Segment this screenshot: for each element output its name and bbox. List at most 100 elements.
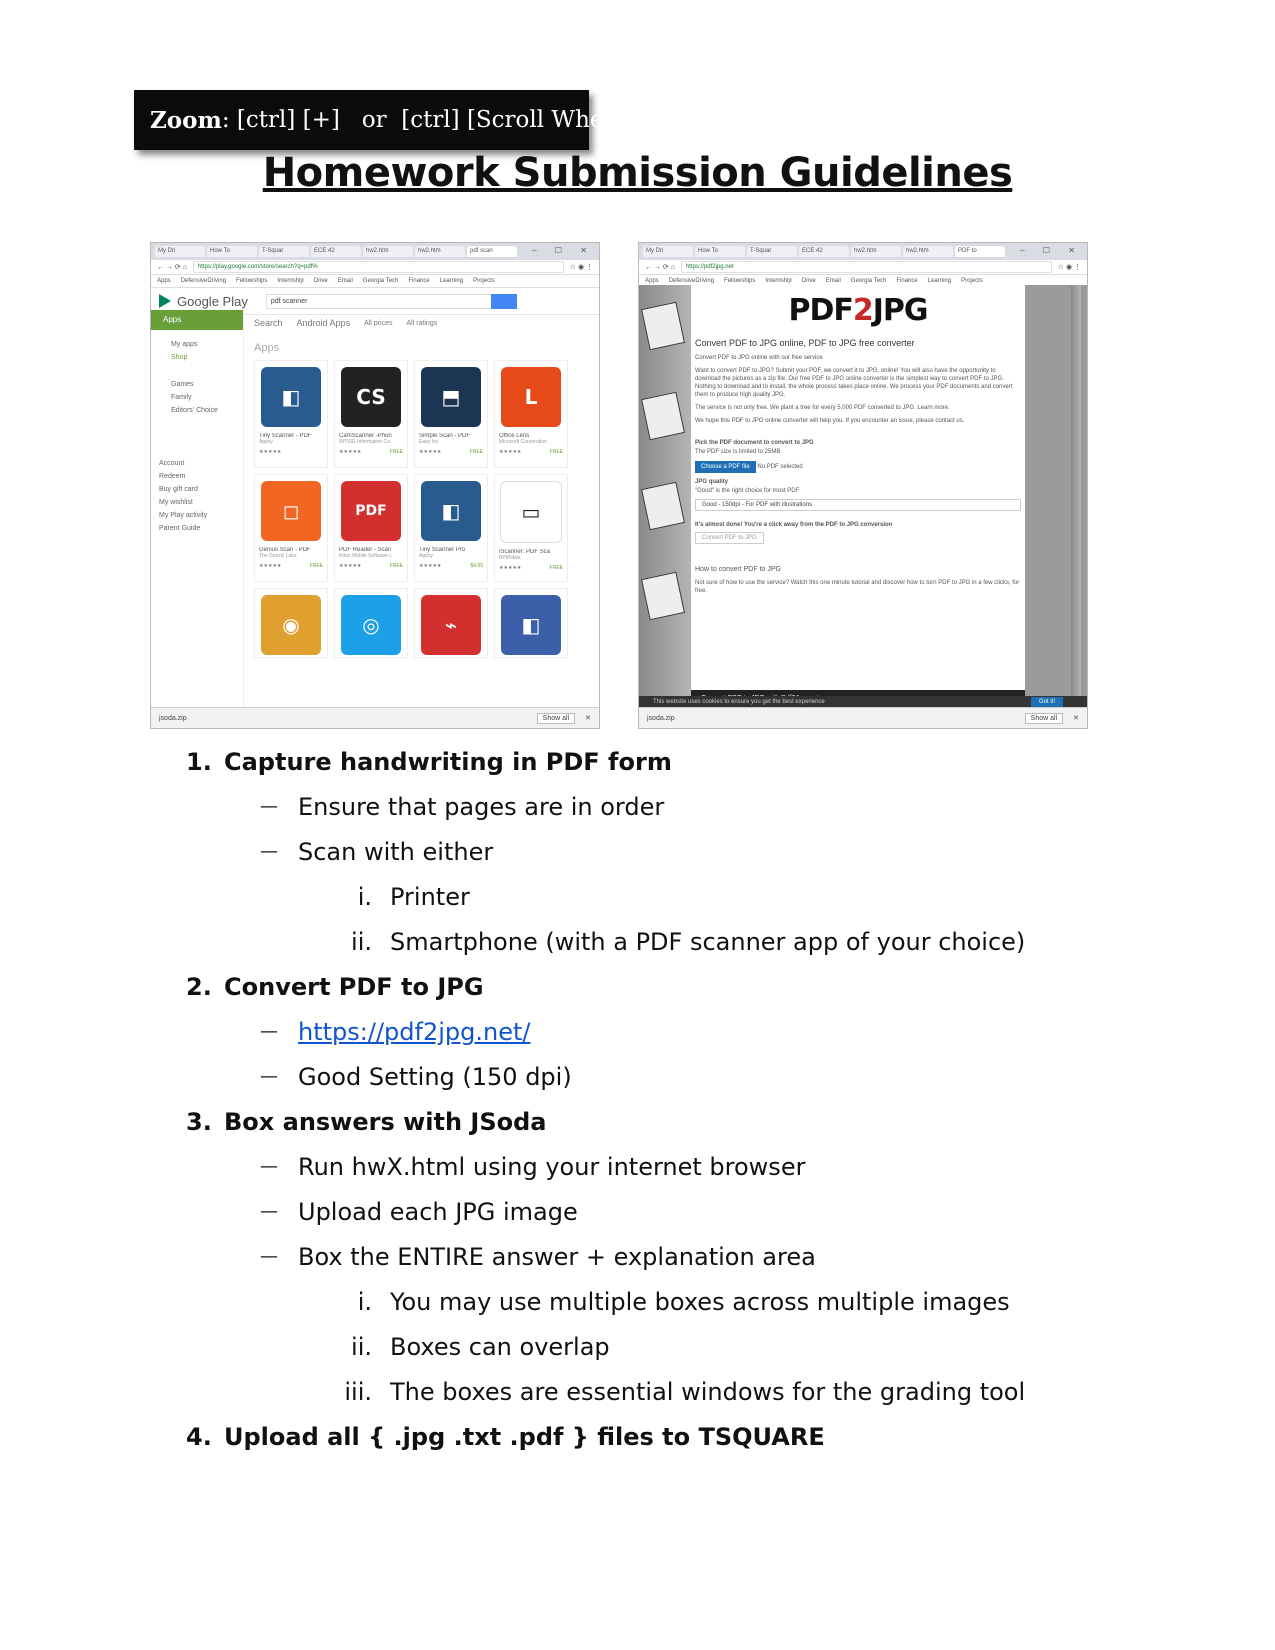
url-field: https://pdf2jpg.net bbox=[680, 261, 1052, 273]
step-text: Box answers with JSoda bbox=[224, 1108, 547, 1136]
bookmark: Fellowships bbox=[724, 278, 756, 284]
pdf2jpg-screenshot: My Dri How To T-Squar ECE 42 hw2.htm hw2… bbox=[638, 242, 1088, 729]
play-main: Search Android Apps All prices All ratin… bbox=[244, 310, 599, 708]
scanner-app-icon: ◧ bbox=[261, 367, 321, 427]
step-item: — Box the ENTIRE answer + explanation are… bbox=[260, 1243, 816, 1271]
app-card: ◉ bbox=[254, 588, 328, 658]
app-developer: Kdan Mobile Software L bbox=[339, 553, 393, 559]
zoom-shortcuts: : [ctrl] [+] or [ctrl] [Scroll Wheel] bbox=[221, 107, 634, 133]
choose-pdf-button: Choose a PDF file bbox=[695, 461, 756, 473]
app-developer: The Grizzly Labs bbox=[259, 553, 297, 559]
zoom-label: Zoom bbox=[150, 106, 222, 134]
step-number: 3. bbox=[186, 1108, 212, 1136]
browser-tab: hw2.htm bbox=[851, 246, 901, 257]
sidebar-item: Parent Guide bbox=[159, 525, 201, 532]
sidebar-item: My wishlist bbox=[159, 499, 193, 506]
app-card: PDF PDF Reader - Scan Kdan Mobile Softwa… bbox=[334, 474, 408, 582]
bookmark: Projects bbox=[961, 278, 983, 284]
step-item: — https://pdf2jpg.net/ bbox=[260, 1018, 530, 1046]
sidebar-item: Buy gift card bbox=[159, 486, 198, 493]
roman-numeral: i. bbox=[357, 1288, 372, 1316]
step-text: Convert PDF to JPG bbox=[224, 973, 484, 1001]
sub-item-text: Boxes can overlap bbox=[390, 1333, 610, 1361]
roman-numeral: i. bbox=[357, 883, 372, 911]
window-controls-icon: – ☐ ✕ bbox=[1020, 246, 1083, 255]
document-arrow-icon bbox=[641, 571, 685, 621]
bookmark: Finance bbox=[896, 278, 918, 284]
scanner-app-icon: ⬒ bbox=[421, 367, 481, 427]
logo-part: JPG bbox=[872, 293, 929, 328]
nav-item: All prices bbox=[364, 319, 393, 327]
app-price: FREE bbox=[549, 565, 563, 571]
dash-bullet: — bbox=[260, 841, 278, 862]
search-icon bbox=[490, 293, 517, 309]
show-all-button: Show all bbox=[536, 712, 576, 724]
item-text: Run hwX.html using your internet browser bbox=[298, 1153, 806, 1181]
item-text: Ensure that pages are in order bbox=[298, 793, 665, 821]
browser-tab: ECE 42 bbox=[311, 246, 361, 257]
step-item: — Upload each JPG image bbox=[260, 1198, 578, 1226]
step-item: — Run hwX.html using your internet browse… bbox=[260, 1153, 805, 1181]
quality-label: JPG quality bbox=[695, 479, 729, 485]
bookmark: Learning bbox=[439, 278, 464, 284]
app-card: ⌁ bbox=[414, 588, 488, 658]
close-icon: ✕ bbox=[585, 715, 591, 722]
converter-heading: Convert PDF to JPG online, PDF to JPG fr… bbox=[695, 338, 915, 348]
quality-select: Good - 150dpi - For PDF with illustratio… bbox=[695, 499, 1021, 511]
search-value: pdf scanner bbox=[270, 297, 308, 305]
dash-bullet: — bbox=[260, 1021, 278, 1042]
app-card: ◎ bbox=[334, 588, 408, 658]
app-developer: Easy Inc bbox=[419, 439, 439, 445]
sidebar-item: Shop bbox=[171, 354, 188, 361]
roman-numeral: iii. bbox=[344, 1378, 372, 1406]
sub-item-text: The boxes are essential windows for the … bbox=[390, 1378, 1026, 1406]
app-price: FREE bbox=[549, 449, 563, 455]
nav-item: All ratings bbox=[406, 319, 438, 327]
app-developer: INTSIG Information Co. bbox=[339, 439, 392, 445]
bookmark: Email bbox=[825, 278, 841, 284]
sub-item: i. Printer bbox=[320, 883, 470, 911]
app-card: CS CamScanner -Phon INTSIG Information C… bbox=[334, 360, 408, 468]
play-logo-icon bbox=[159, 294, 171, 308]
download-file: jsoda.zip bbox=[159, 714, 187, 722]
pdf2jpg-link[interactable]: https://pdf2jpg.net/ bbox=[298, 1018, 530, 1046]
download-file: jsoda.zip bbox=[647, 714, 675, 722]
nav-item: Android Apps bbox=[296, 318, 351, 328]
how-to-text: Not sure of how to use the service? Watc… bbox=[695, 580, 1020, 594]
item-text: Upload each JPG image bbox=[298, 1198, 578, 1226]
dash-bullet: — bbox=[260, 1156, 278, 1177]
sidebar-item: Account bbox=[159, 460, 185, 467]
browser-tabs: My Dri How To T-Squar ECE 42 hw2.htm hw2… bbox=[639, 243, 1087, 260]
nav-item: Search bbox=[254, 318, 283, 328]
sub-item: ii. Smartphone (with a PDF scanner app of… bbox=[320, 928, 1025, 956]
document-arrow-icon bbox=[641, 301, 685, 351]
rating-stars-icon: ★★★★★ bbox=[259, 563, 282, 569]
browser-tab-active: pdf scan bbox=[467, 246, 517, 257]
app-price: FREE bbox=[389, 449, 403, 455]
logo-part: PDF bbox=[788, 293, 853, 328]
camscanner-app-icon: CS bbox=[341, 367, 401, 427]
app-card: ◧ bbox=[494, 588, 568, 658]
bookmark: Internship bbox=[765, 278, 792, 284]
browser-tab: T-Squar bbox=[259, 246, 309, 257]
roman-numeral: ii. bbox=[351, 928, 372, 956]
item-text: Box the ENTIRE answer + explanation area bbox=[298, 1243, 816, 1271]
step-number: 1. bbox=[186, 748, 212, 776]
nav-arrows-icon: ← → ⟳ ⌂ bbox=[645, 264, 675, 271]
scrollbar bbox=[1071, 285, 1081, 708]
iscanner-app-icon: ▭ bbox=[500, 481, 562, 543]
bookmark: Fellowships bbox=[236, 278, 268, 284]
browser-tab: hw2.htm bbox=[363, 246, 413, 257]
step-number: 2. bbox=[186, 973, 212, 1001]
app-developer: Microsoft Corporation bbox=[499, 439, 547, 445]
address-bar: ← → ⟳ ⌂ https://play.google.com/store/se… bbox=[151, 260, 599, 275]
office-lens-app-icon: L bbox=[501, 367, 561, 427]
sub-item: iii. The boxes are essential windows for … bbox=[320, 1378, 1025, 1406]
scanner-app-icon: ◧ bbox=[421, 481, 481, 541]
bookmark: Drive bbox=[801, 278, 816, 284]
browser-tab-active: PDF to bbox=[955, 246, 1005, 257]
page-title: Homework Submission Guidelines bbox=[262, 150, 1013, 196]
pdf2jpg-content: PDF2JPG Convert PDF to JPG online, PDF t… bbox=[691, 285, 1025, 708]
sidebar-item: My Play activity bbox=[159, 512, 208, 519]
step-item: — Scan with either bbox=[260, 838, 493, 866]
